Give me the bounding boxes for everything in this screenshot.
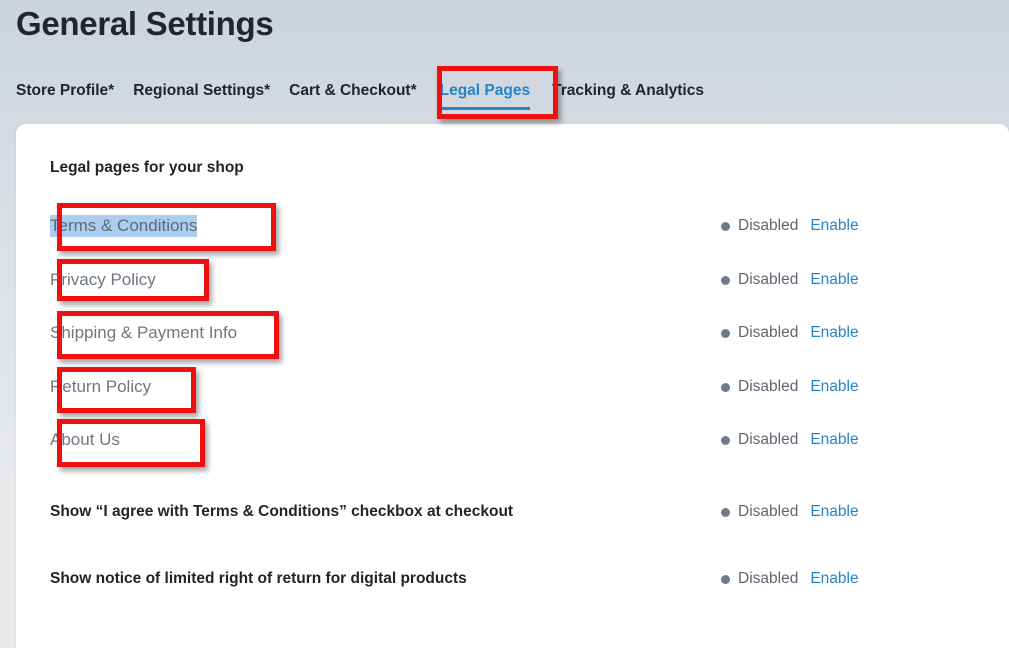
row-status-group: Disabled Enable [721,264,859,296]
card-heading: Legal pages for your shop [50,159,244,176]
status-dot-icon [721,382,730,392]
settings-row: Show notice of limited right of return f… [16,563,1009,595]
row-status-group: Disabled Enable [721,317,859,349]
row-status-group: Disabled Enable [721,210,859,242]
enable-link[interactable]: Enable [810,501,858,523]
status-badge: Disabled [738,324,799,341]
row-status-group: Disabled Enable [721,563,859,595]
row-status-group: Disabled Enable [721,496,859,528]
status-dot-icon [721,328,730,338]
enable-link[interactable]: Enable [810,215,858,237]
legal-page-link[interactable]: Terms & Conditions [50,210,198,242]
row-label-text: Return Policy [50,377,152,396]
legal-page-link[interactable]: Shipping & Payment Info [50,317,237,349]
setting-label: Show “I agree with Terms & Conditions” c… [50,496,513,528]
enable-link[interactable]: Enable [810,376,858,398]
status-dot-icon [721,275,730,285]
status-dot-icon [721,221,730,231]
enable-link[interactable]: Enable [810,429,858,451]
settings-row: Terms & Conditions Disabled Enable [16,210,1009,242]
status-badge: Disabled [738,271,799,288]
settings-tabbar: Store Profile* Regional Settings* Cart & C… [16,80,704,111]
page-title: General Settings [16,5,274,42]
row-label-text: About Us [50,430,120,449]
legal-pages-card: Legal pages for your shop Terms & Condit… [16,124,1009,648]
tab-label: Store Profile* [16,82,115,99]
settings-row: Return Policy Disabled Enable [16,371,1009,403]
status-dot-icon [721,574,730,584]
settings-row: About Us Disabled Enable [16,424,1009,456]
row-label-text: Privacy Policy [50,270,156,289]
row-status-group: Disabled Enable [721,424,859,456]
status-badge: Disabled [738,217,799,234]
tab-cart-checkout[interactable]: Cart & Checkout* [289,80,416,111]
tab-label: Regional Settings* [133,82,271,99]
tab-label: Cart & Checkout* [289,82,417,99]
legal-page-link[interactable]: Return Policy [50,371,151,403]
status-badge: Disabled [738,431,799,448]
status-badge: Disabled [738,503,799,520]
tab-label: Legal Pages [439,82,531,99]
status-dot-icon [721,435,730,445]
legal-page-link[interactable]: Privacy Policy [50,264,156,296]
settings-row: Shipping & Payment Info Disabled Enable [16,317,1009,349]
row-label-text: Show “I agree with Terms & Conditions” c… [50,503,514,520]
tab-tracking-analytics[interactable]: Tracking & Analytics [552,80,704,111]
row-label-text: Show notice of limited right of return f… [50,570,467,587]
enable-link[interactable]: Enable [810,322,858,344]
settings-row: Show “I agree with Terms & Conditions” c… [16,496,1009,528]
legal-page-link[interactable]: About Us [50,424,120,456]
tab-legal-pages[interactable]: Legal Pages [439,80,531,111]
row-label-text: Shipping & Payment Info [50,323,238,342]
status-badge: Disabled [738,378,799,395]
tab-label: Tracking & Analytics [552,82,704,99]
row-label-text: Terms & Conditions [50,215,198,237]
enable-link[interactable]: Enable [810,568,858,590]
tab-store-profile[interactable]: Store Profile* [16,80,114,111]
setting-label: Show notice of limited right of return f… [50,563,467,595]
row-status-group: Disabled Enable [721,371,859,403]
tab-regional-settings[interactable]: Regional Settings* [133,80,270,111]
settings-row: Privacy Policy Disabled Enable [16,264,1009,296]
enable-link[interactable]: Enable [810,269,858,291]
status-badge: Disabled [738,570,799,587]
status-dot-icon [721,507,730,517]
active-tab-underline [439,107,531,110]
